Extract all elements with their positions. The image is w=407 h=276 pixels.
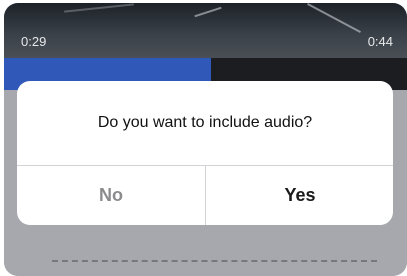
road-marking [64, 3, 134, 13]
video-total-time: 0:44 [367, 34, 393, 49]
road-marking [194, 6, 222, 18]
include-audio-dialog: Do you want to include audio? No Yes [17, 81, 393, 225]
video-preview[interactable]: 0:29 0:44 [4, 3, 407, 58]
video-elapsed-time: 0:29 [21, 34, 47, 49]
dialog-message: Do you want to include audio? [97, 114, 313, 131]
road-marking [307, 3, 361, 33]
no-button[interactable]: No [17, 166, 205, 225]
dashed-divider [52, 260, 377, 262]
yes-button[interactable]: Yes [206, 166, 393, 225]
